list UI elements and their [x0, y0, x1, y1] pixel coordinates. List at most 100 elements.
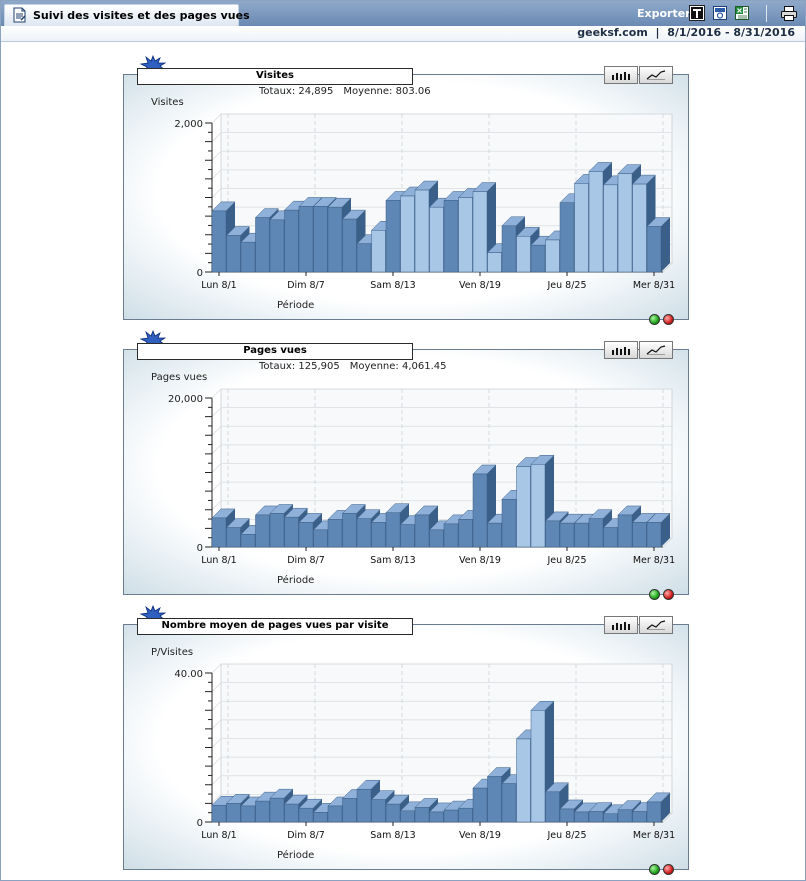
print-icon[interactable] — [780, 5, 798, 21]
bar-front — [400, 810, 415, 823]
x-axis-label: Période — [277, 300, 315, 311]
x-tick-label: Ven 8/19 — [459, 280, 501, 291]
bar-front — [342, 218, 357, 273]
bar-front — [240, 534, 256, 548]
bar-front — [530, 244, 546, 273]
gridline — [211, 150, 222, 161]
bar-front — [443, 523, 459, 548]
bar-front — [559, 522, 575, 548]
totals-line: Totaux: 125,905 Moyenne: 4,061.45 — [259, 361, 446, 372]
visits-chart: 0 2,000 Lun 8/1 Dim 8/7 Sam 8/13 Ven 8/19 Jeu … — [174, 113, 675, 291]
x-axis-label: Période — [277, 850, 315, 861]
bar-chart-view-button[interactable] — [604, 66, 638, 84]
y-tick-label: 20,000 — [168, 394, 203, 405]
bar-front — [429, 811, 444, 823]
bar-front — [545, 791, 560, 823]
totals-label: Totaux: — [259, 361, 296, 372]
bar-front — [327, 206, 343, 273]
bar-front — [574, 811, 589, 823]
bar-front — [371, 522, 386, 548]
bar-front — [632, 811, 647, 823]
export-word-icon[interactable] — [712, 5, 728, 21]
info-separator: | — [655, 26, 660, 39]
bar-front — [356, 518, 372, 548]
page-title: Suivi des visites et des pages vues — [33, 9, 250, 22]
average-label: Moyenne: — [349, 361, 399, 372]
line-chart-view-button[interactable] — [639, 66, 673, 84]
bar-front — [443, 809, 459, 823]
gridline — [211, 113, 222, 124]
bar-front — [414, 807, 430, 823]
document-icon — [13, 7, 26, 23]
gridline — [211, 719, 222, 730]
status-red-indicator[interactable] — [663, 864, 674, 875]
x-tick-label: Mer 8/31 — [633, 830, 675, 841]
bar-chart-icon — [612, 622, 630, 630]
date-range: 8/1/2016 - 8/31/2016 — [667, 26, 795, 39]
x-tick-label: Ven 8/19 — [459, 830, 501, 841]
pageviews-chart-panel: 0 20,000 Lun 8/1 Dim 8/7 Sam 8/13 Ven 8/19 Jeu… — [123, 330, 689, 600]
panel-title-tab: Pages vues — [137, 343, 413, 360]
status-green-indicator[interactable] — [649, 314, 660, 325]
bar-front — [356, 243, 372, 273]
bar-front — [603, 184, 618, 273]
bar-front — [429, 206, 444, 273]
gridline — [211, 682, 222, 692]
gridline — [211, 407, 222, 417]
export-excel-icon[interactable] — [734, 5, 750, 21]
status-green-indicator[interactable] — [649, 589, 660, 600]
x-tick-label: Jeu 8/25 — [546, 830, 586, 841]
bar-front — [284, 209, 299, 273]
bar-front — [588, 518, 604, 548]
x-tick-label: Sam 8/13 — [370, 830, 415, 841]
export-text-icon[interactable] — [689, 5, 705, 21]
bar-front — [588, 811, 604, 823]
totals-value: 24,895 — [298, 86, 334, 97]
bar-front — [298, 206, 314, 273]
bar-front — [545, 520, 560, 548]
bar-front — [269, 219, 285, 273]
pageviews-chart: 0 20,000 Lun 8/1 Dim 8/7 Sam 8/13 Ven 8/19 Jeu… — [168, 388, 675, 566]
bar-front — [530, 464, 546, 548]
bar-chart-view-button[interactable] — [604, 616, 638, 634]
status-red-indicator[interactable] — [663, 589, 674, 600]
bar-front — [472, 473, 488, 548]
status-red-indicator[interactable] — [663, 314, 674, 325]
x-tick-label: Mer 8/31 — [633, 555, 675, 566]
bar-front — [284, 516, 299, 548]
bar-front — [211, 210, 227, 273]
line-chart-view-button[interactable] — [639, 616, 673, 634]
line-chart-view-button[interactable] — [639, 341, 673, 359]
gridline — [211, 700, 222, 711]
x-tick-label: Jeu 8/25 — [546, 555, 586, 566]
pages-per-visit-chart: 0 40.00 Lun 8/1 Dim 8/7 Sam 8/13 Ven 8/19 Jeu … — [174, 663, 675, 841]
panel-title-tab: Nombre moyen de pages vues par visite — [137, 618, 413, 635]
y-tick-label: 0 — [197, 268, 203, 279]
x-tick-label: Dim 8/7 — [287, 830, 325, 841]
bar-chart-icon — [612, 72, 630, 80]
bar-chart-view-button[interactable] — [604, 341, 638, 359]
bar-front — [269, 797, 285, 823]
site-name: geeksf.com — [577, 26, 648, 39]
report-info-bar: geeksf.com | 8/1/2016 - 8/31/2016 — [1, 26, 805, 42]
bar-front — [501, 499, 517, 548]
bar-front — [646, 801, 662, 823]
y-tick-label: 0 — [197, 543, 203, 554]
bar-front — [356, 788, 372, 823]
panel-title: Nombre moyen de pages vues par visite — [161, 620, 389, 631]
bar-front — [240, 805, 256, 823]
gridline — [211, 169, 222, 180]
y-axis-label: Visites — [151, 97, 184, 108]
toolbar-separator — [766, 5, 767, 22]
bar-front — [226, 235, 241, 273]
panel-title: Pages vues — [243, 345, 307, 356]
status-green-indicator[interactable] — [649, 864, 660, 875]
bar-front — [414, 189, 430, 273]
title-tab[interactable]: Suivi des visites et des pages vues — [4, 4, 250, 26]
bar-front — [284, 803, 299, 823]
gridline — [211, 481, 222, 492]
y-axis-label: Pages vues — [151, 372, 208, 383]
bar-front — [298, 522, 314, 548]
bar-front — [400, 195, 415, 273]
bar-front — [443, 200, 459, 273]
